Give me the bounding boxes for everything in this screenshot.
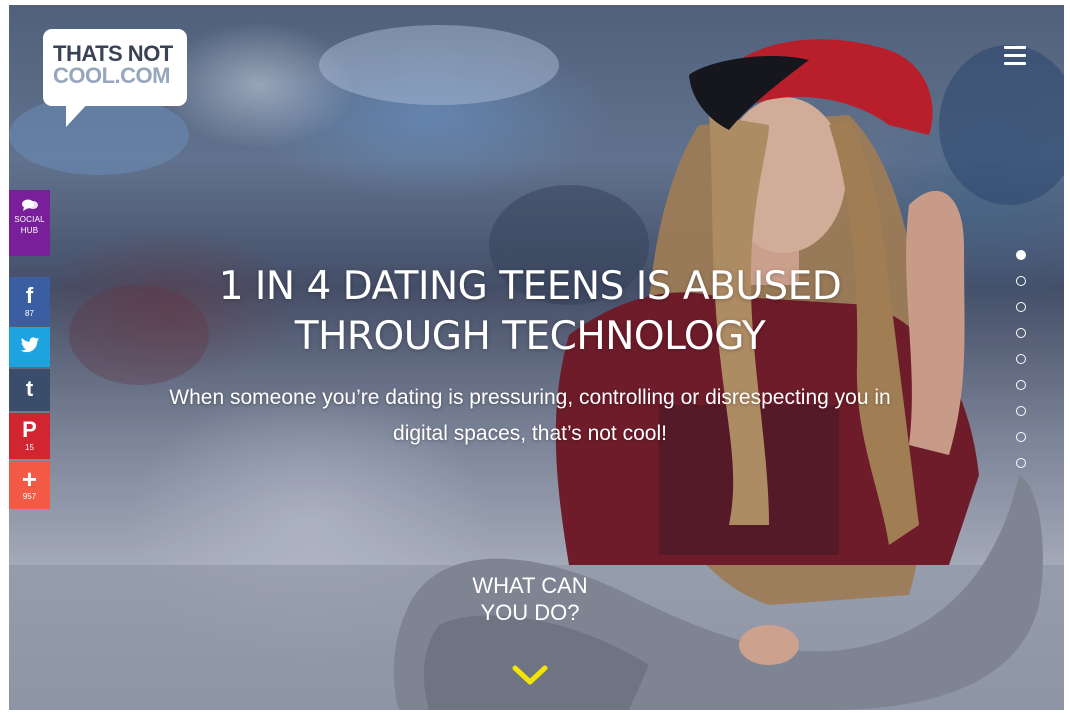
more-share-button[interactable]: + 957	[9, 461, 50, 509]
pagination-dot[interactable]	[1016, 354, 1026, 364]
chat-bubbles-icon	[21, 199, 38, 211]
logo-text-line2: COOL.COM	[53, 63, 171, 88]
pagination-dot[interactable]	[1016, 458, 1026, 468]
pagination-dot[interactable]	[1016, 276, 1026, 286]
social-hub-label-line2: HUB	[20, 226, 39, 235]
site-logo[interactable]: THATS NOT COOL.COM	[43, 29, 187, 106]
pagination-dot[interactable]	[1016, 302, 1026, 312]
more-share-count: 957	[22, 492, 37, 501]
pagination-dot[interactable]	[1016, 406, 1026, 416]
logo-text-line1: THATS NOT	[53, 41, 173, 66]
facebook-share-count: 87	[25, 309, 34, 318]
pagination-dot[interactable]	[1016, 250, 1026, 260]
pagination-dot[interactable]	[1016, 432, 1026, 442]
social-hub-button[interactable]: SOCIAL HUB	[9, 190, 50, 256]
hero-headline: 1 IN 4 DATING TEENS IS ABUSED THROUGH TE…	[120, 262, 940, 362]
hero-subline-line1: When someone you’re dating is pressuring…	[169, 386, 891, 409]
hero-headline-line1: 1 IN 4 DATING TEENS IS ABUSED	[218, 264, 842, 309]
hero-subline-line2: digital spaces, that’s not cool!	[393, 422, 667, 445]
cta-line1: WHAT CAN	[472, 573, 588, 598]
pinterest-icon: P	[22, 417, 37, 442]
twitter-bird-icon	[20, 337, 39, 353]
what-can-you-do-link[interactable]: WHAT CAN YOU DO?	[430, 572, 630, 626]
chevron-down-icon[interactable]	[510, 660, 550, 690]
facebook-share-button[interactable]: f 87	[9, 277, 50, 325]
hero-headline-line2: THROUGH TECHNOLOGY	[294, 314, 766, 359]
pagination-dot[interactable]	[1016, 380, 1026, 390]
tumblr-icon: t	[25, 376, 34, 401]
plus-icon: +	[21, 464, 38, 494]
twitter-share-button[interactable]	[9, 327, 50, 367]
social-hub-label-line1: SOCIAL	[14, 215, 45, 224]
hamburger-icon[interactable]	[1004, 44, 1026, 66]
cta-line2: YOU DO?	[480, 600, 580, 625]
pinterest-share-count: 15	[25, 443, 34, 452]
tumblr-share-button[interactable]: t	[9, 369, 50, 411]
hero-subline: When someone you’re dating is pressuring…	[120, 380, 940, 452]
facebook-icon: f	[25, 283, 34, 308]
pagination-dot[interactable]	[1016, 328, 1026, 338]
pinterest-share-button[interactable]: P 15	[9, 413, 50, 459]
logo-speech-tail	[66, 99, 92, 127]
